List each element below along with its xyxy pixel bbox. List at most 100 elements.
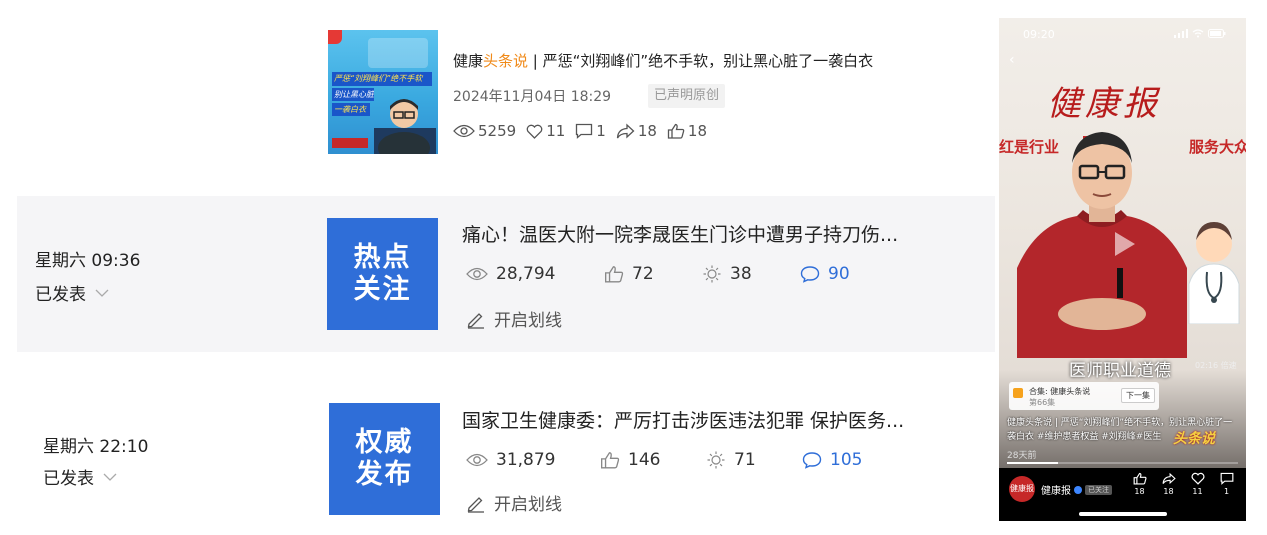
gear-share-icon <box>703 265 721 283</box>
banner-text-right: 服务大众 <box>1189 138 1246 156</box>
views-stat: 31,879 <box>466 450 600 470</box>
thumbnail-text-line2: 关注 <box>353 274 412 305</box>
thumbs-count: 18 <box>687 122 708 140</box>
favorite-count: 11 <box>1192 487 1203 496</box>
comments-count: 90 <box>828 264 850 284</box>
likes-stat: 72 <box>604 264 702 284</box>
chevron-down-icon <box>103 473 117 481</box>
back-icon[interactable]: ‹ <box>1009 52 1015 68</box>
highlight-toggle-label: 开启划线 <box>494 495 562 515</box>
video-progress-bar[interactable] <box>1007 462 1238 464</box>
collection-episode: 第66集 <box>1029 398 1056 407</box>
article-headline-2[interactable]: 痛心！温医大附一院李晟医生门诊中遭男子持刀伤... <box>462 220 982 247</box>
system-icons <box>1174 29 1226 38</box>
video-bottom-bar: 健康报 健康报 已关注 18 18 11 1 <box>999 468 1246 521</box>
video-duration[interactable]: 02:16 倍速 <box>1195 360 1237 371</box>
article-title-1[interactable]: 健康头条说 | 严惩“刘翔峰们”绝不手软，别让黑心脏了一袭白衣 <box>453 50 945 71</box>
shares-stat: 18 <box>616 122 657 140</box>
article-stats-2: 28,794 72 38 90 <box>466 264 850 284</box>
status-dropdown[interactable]: 已发表 <box>35 280 110 305</box>
title-rest: | 严惩“刘翔峰们”绝不手软，别让黑心脏了一袭白衣 <box>528 52 874 70</box>
heart-icon <box>1190 472 1205 485</box>
account-info[interactable]: 健康报 已关注 <box>1041 482 1112 497</box>
article-thumbnail-3[interactable]: 权威 发布 <box>329 403 440 515</box>
original-badge: 已声明原创 <box>648 84 726 108</box>
follow-status[interactable]: 已关注 <box>1085 484 1112 495</box>
share-count: 18 <box>1163 487 1174 496</box>
thumbs-up-icon <box>605 266 624 283</box>
thumbs-stat: 18 <box>667 122 707 140</box>
likes-stat: 11 <box>526 122 565 140</box>
likes-stat: 146 <box>600 450 706 470</box>
comments-stat[interactable]: 105 <box>802 450 862 470</box>
status-label: 已发表 <box>35 285 86 305</box>
thumbnail-text-line2: 发布 <box>355 459 414 490</box>
comment-action[interactable]: 1 <box>1212 472 1241 496</box>
status-time: 09:20 <box>1023 28 1055 41</box>
thumbnail-text-line1: 权威 <box>355 427 414 458</box>
highlight-toggle-label: 开启划线 <box>494 311 562 331</box>
views-stat: 28,794 <box>466 264 604 284</box>
shares-stat: 71 <box>706 450 802 470</box>
article-card-1[interactable]: 严惩“刘翔峰们”绝不手软 别让黑心脏了 一袭白衣 健康头条说 | 严惩“刘翔峰们… <box>0 0 990 180</box>
home-indicator[interactable] <box>1079 512 1167 516</box>
heart-icon <box>526 124 543 139</box>
status-dropdown[interactable]: 已发表 <box>43 464 118 489</box>
pencil-icon <box>467 496 484 513</box>
collection-title: 合集: 健康头条说 <box>1029 387 1091 396</box>
article-stats-3: 31,879 146 71 105 <box>466 450 862 470</box>
thumbs-up-icon <box>667 123 685 139</box>
comment-bubble-icon <box>800 266 820 283</box>
play-icon[interactable] <box>1103 224 1143 264</box>
account-avatar[interactable]: 健康报 <box>1009 476 1035 502</box>
publish-day: 星期六 22:10 <box>43 437 149 457</box>
thumbs-up-icon <box>1133 472 1147 485</box>
likes-count: 11 <box>546 122 566 140</box>
thumbnail-caption-2: 别让黑心脏了 <box>332 88 374 101</box>
views-count: 31,879 <box>496 450 556 470</box>
thumbnail-logo <box>332 138 368 148</box>
article-headline-3[interactable]: 国家卫生健康委：严厉打击涉医违法犯罪 保护医务... <box>462 406 982 433</box>
title-prefix: 健康 <box>453 52 484 70</box>
shares-stat: 38 <box>702 264 800 284</box>
phone-video-screenshot: 09:20 ‹ 健康报 红是行业 服务大众 医师职业道德 02:16 倍速 合集… <box>999 18 1246 521</box>
comment-count: 1 <box>1223 487 1230 496</box>
likes-count: 72 <box>632 264 654 284</box>
chevron-down-icon <box>95 289 109 297</box>
verified-icon <box>1074 485 1082 494</box>
comment-icon <box>1220 472 1233 485</box>
publish-date: 2024年11月04日 18:29 <box>453 89 612 105</box>
views-stat: 5259 <box>453 122 516 140</box>
signal-icon <box>1174 29 1188 38</box>
shares-count: 18 <box>637 122 657 140</box>
video-caption: 医师职业道德 <box>1069 361 1171 381</box>
article-card-2[interactable]: 星期六 09:36 已发表 热点 关注 痛心！温医大附一院李晟医生门诊中遭男子持… <box>17 196 995 352</box>
article-thumbnail-2[interactable]: 热点 关注 <box>327 218 438 330</box>
article-stats-1: 5259 11 1 18 18 <box>453 122 717 140</box>
comment-bubble-icon <box>802 452 822 469</box>
comments-stat[interactable]: 90 <box>800 264 850 284</box>
article-card-3[interactable]: 星期六 22:10 已发表 权威 发布 国家卫生健康委：严厉打击涉医违法犯罪 保… <box>17 372 995 522</box>
share-action[interactable]: 18 <box>1154 472 1183 496</box>
wifi-icon <box>1192 29 1204 38</box>
title-highlight: 头条说 <box>483 52 529 70</box>
publish-day: 星期六 09:36 <box>35 251 141 271</box>
phone-status-bar: 09:20 <box>999 18 1246 48</box>
highlight-toggle[interactable]: 开启划线 <box>466 490 562 515</box>
battery-icon <box>1208 29 1226 38</box>
like-action[interactable]: 18 <box>1125 472 1154 496</box>
next-episode-button[interactable]: 下一集 <box>1121 388 1155 403</box>
highlight-toggle[interactable]: 开启划线 <box>466 306 562 331</box>
comments-count: 105 <box>830 450 863 470</box>
video-actions: 18 18 11 1 <box>1125 472 1241 496</box>
eye-icon <box>453 124 475 138</box>
overlay-logo: 头条说 <box>1173 431 1215 447</box>
comments-stat: 1 <box>575 122 606 140</box>
status-label: 已发表 <box>43 469 94 489</box>
favorite-action[interactable]: 11 <box>1183 472 1212 496</box>
collection-card[interactable]: 合集: 健康头条说 第66集 下一集 <box>1009 382 1159 410</box>
article-thumbnail-1[interactable]: 严惩“刘翔峰们”绝不手软 别让黑心脏了 一袭白衣 <box>328 30 438 154</box>
doctor-cartoon <box>1188 222 1240 324</box>
like-count: 18 <box>1134 487 1145 496</box>
progress-fill <box>1007 462 1058 464</box>
